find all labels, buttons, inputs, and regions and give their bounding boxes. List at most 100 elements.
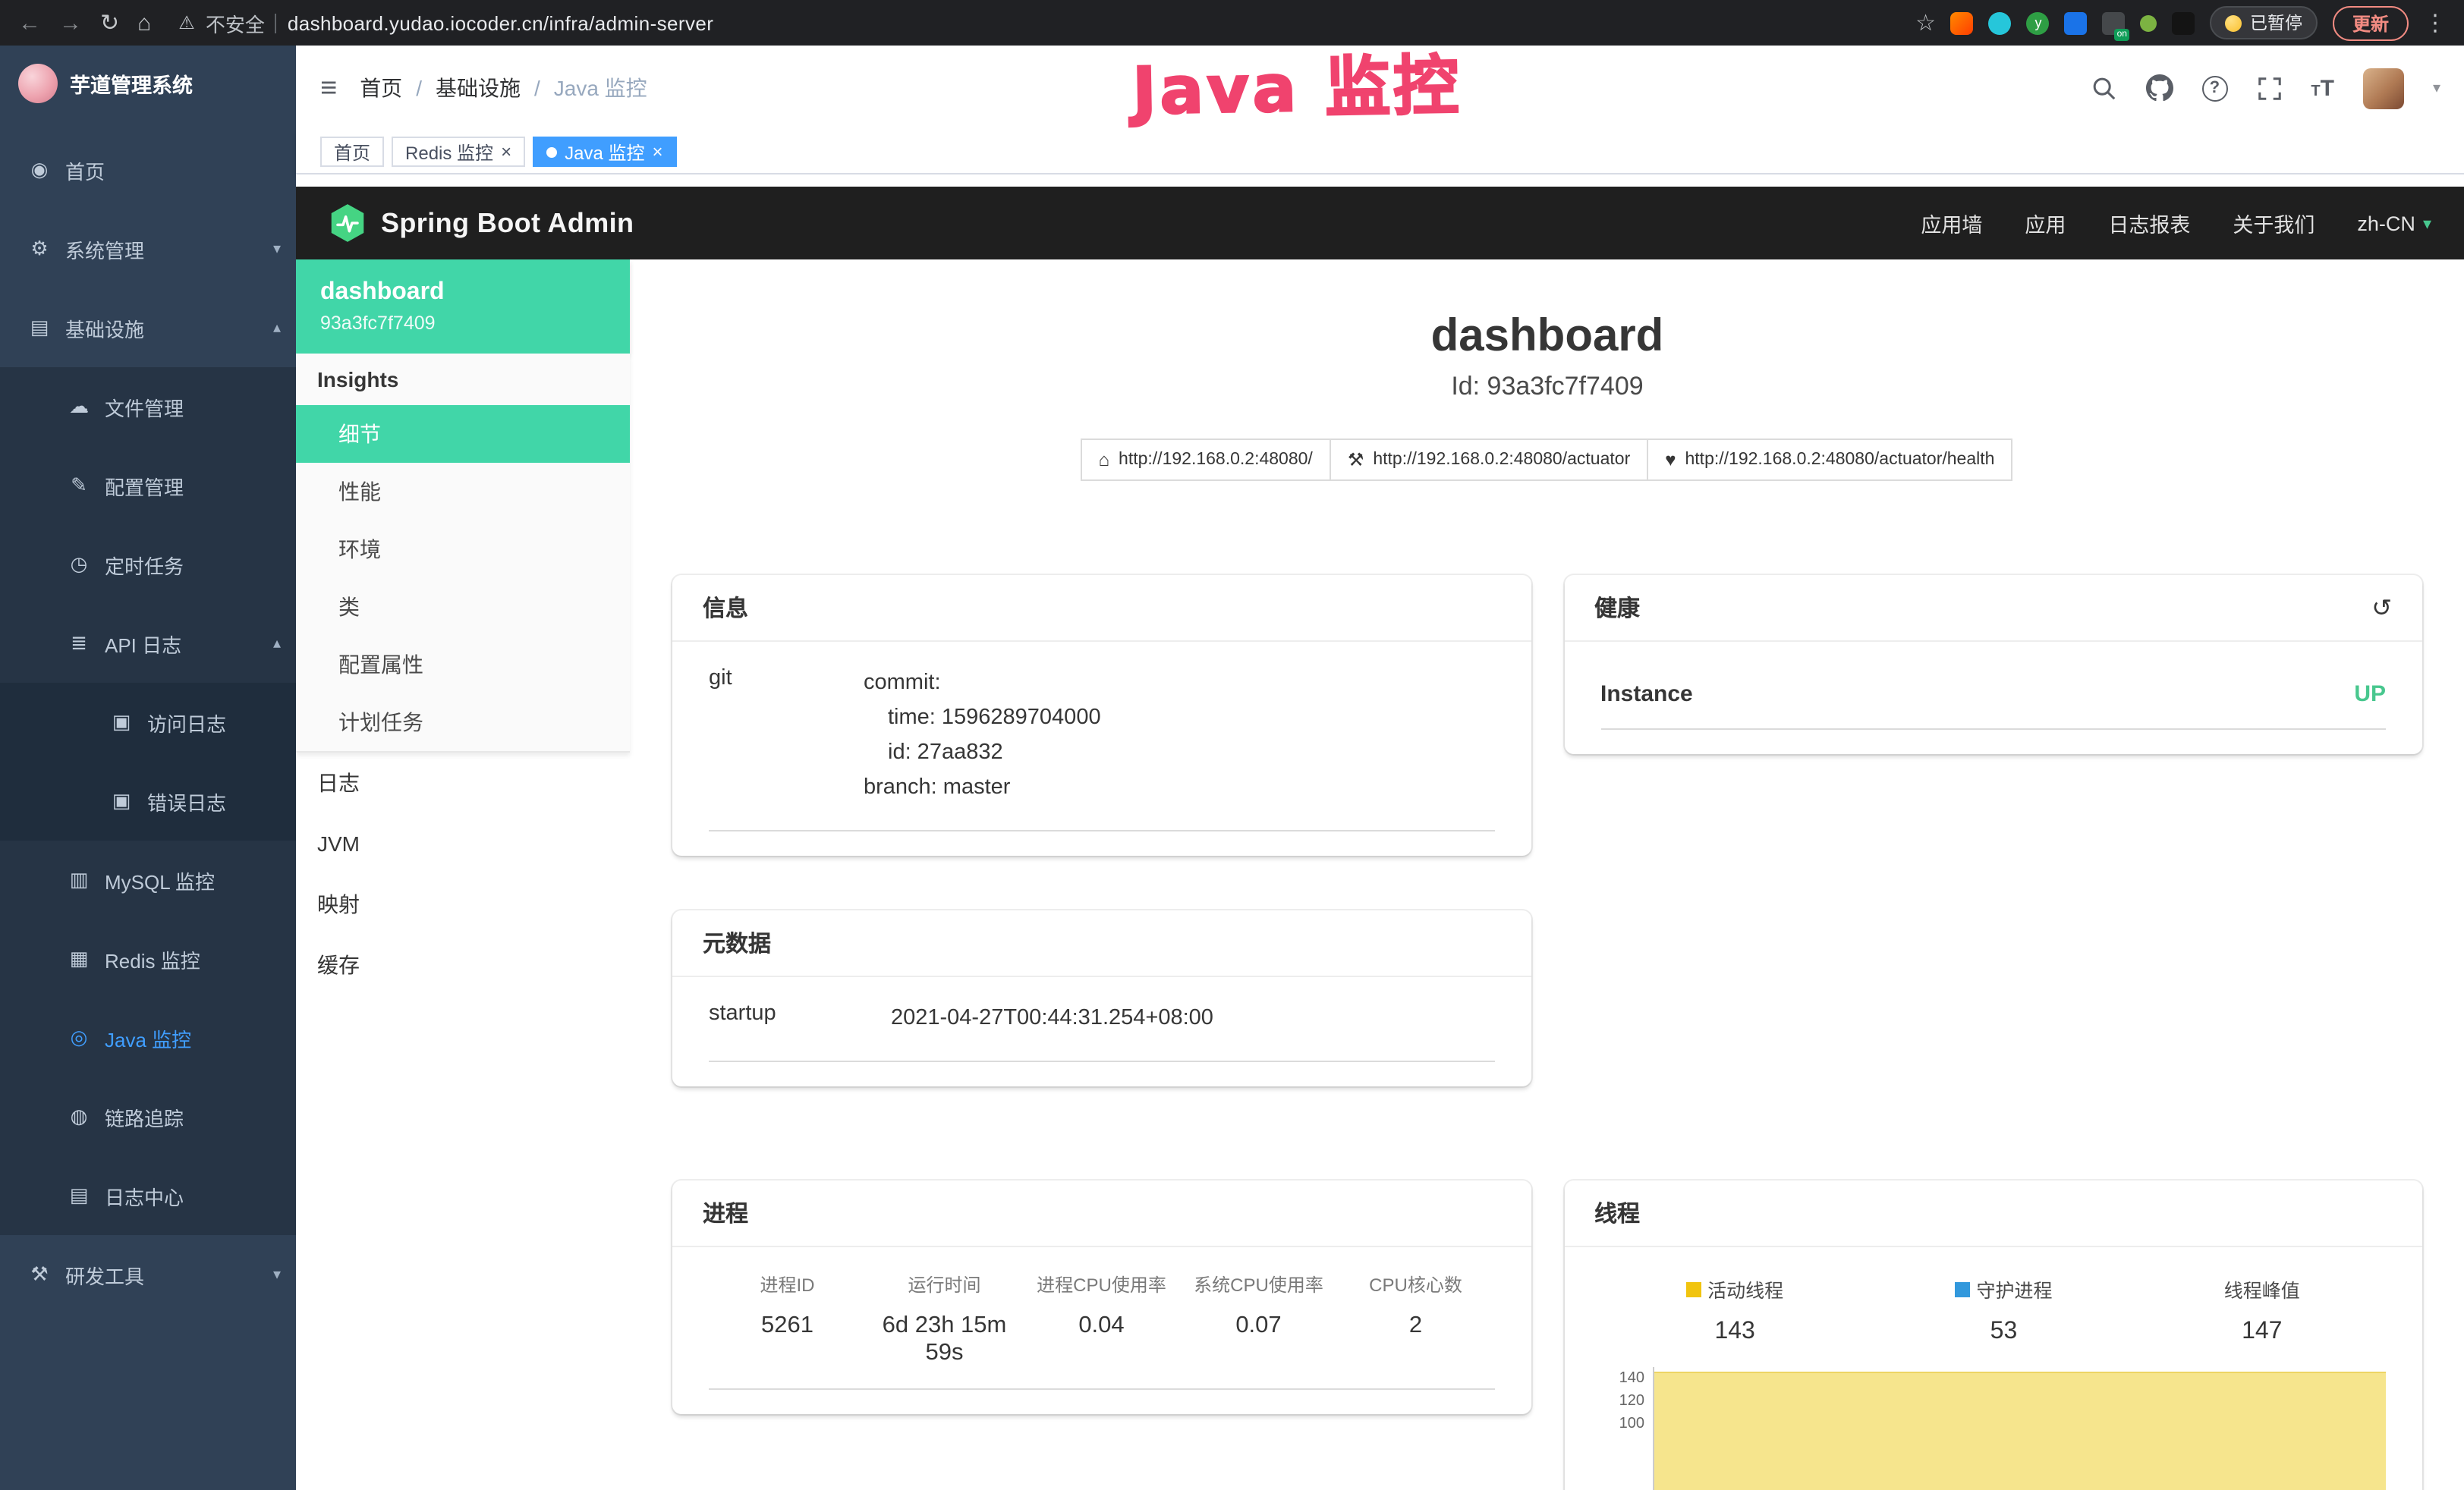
reload-icon[interactable]: ↻ bbox=[100, 11, 119, 34]
info-card-title: 信息 bbox=[703, 592, 748, 624]
page-content: Spring Boot Admin 应用墙 应用 日志报表 关于我们 zh-CN… bbox=[296, 174, 2464, 1490]
sba-nav-wallboard[interactable]: 应用墙 bbox=[1921, 208, 1982, 238]
tab-label: Java 监控 bbox=[565, 139, 644, 165]
dashboard-icon: ◉ bbox=[27, 158, 52, 182]
sidebar-item-label: 文件管理 bbox=[105, 392, 184, 421]
sidebar-item-config-management[interactable]: ✎ 配置管理 bbox=[0, 446, 296, 525]
instance-url-link[interactable]: ⌂ http://192.168.0.2:48080/ bbox=[1081, 439, 1331, 481]
sidebar-item-file-management[interactable]: ☁ 文件管理 bbox=[0, 367, 296, 446]
sidebar-item-redis-monitor[interactable]: ▦ Redis 监控 bbox=[0, 919, 296, 998]
info-card: 信息 git commit: time: 1596289704000 id: 2… bbox=[672, 575, 1531, 856]
menu-item-scheduled-tasks[interactable]: 计划任务 bbox=[296, 693, 630, 751]
hamburger-icon[interactable]: ≡ bbox=[320, 74, 337, 102]
metadata-card: 元数据 startup 2021-04-27T00:44:31.254+08:0… bbox=[672, 910, 1531, 1086]
proxy-extension-icon[interactable]: on bbox=[2103, 11, 2126, 34]
sidebar-menu: ◉ 首页 ⚙ 系统管理 ▾ ▤ 基础设施 ▴ ☁ 文件管理 bbox=[0, 121, 296, 1314]
fullscreen-icon[interactable] bbox=[2256, 75, 2282, 101]
locale-selector[interactable]: zh-CN ▾ bbox=[2357, 212, 2431, 234]
locale-label: zh-CN bbox=[2357, 212, 2415, 234]
sba-nav-about[interactable]: 关于我们 bbox=[2233, 208, 2315, 238]
sidebar-item-infrastructure[interactable]: ▤ 基础设施 ▴ bbox=[0, 288, 296, 367]
flame-extension-icon[interactable] bbox=[1951, 11, 1974, 34]
menu-item-classes[interactable]: 类 bbox=[296, 578, 630, 636]
sidebar-item-api-logs[interactable]: ≣ API 日志 ▴ bbox=[0, 604, 296, 683]
document-icon: ▣ bbox=[109, 710, 134, 734]
threads-card-title: 线程 bbox=[1594, 1197, 1640, 1229]
instance-header[interactable]: dashboard 93a3fc7f7409 bbox=[296, 259, 630, 354]
avatar-caret-icon[interactable]: ▾ bbox=[2433, 80, 2440, 96]
legend-label: 线程峰值 bbox=[2224, 1275, 2300, 1303]
app-header: ≡ 首页 / 基础设施 / Java 监控 ? bbox=[296, 46, 2464, 130]
sidebar-item-error-logs[interactable]: ▣ 错误日志 bbox=[0, 762, 296, 841]
menu-item-caches[interactable]: 缓存 bbox=[296, 935, 630, 995]
leaf-extension-icon[interactable] bbox=[2141, 14, 2157, 31]
tab-redis-monitor[interactable]: Redis 监控 × bbox=[392, 137, 525, 167]
sidebar-item-label: 系统管理 bbox=[65, 234, 144, 263]
home-icon[interactable]: ⌂ bbox=[137, 11, 151, 34]
search-icon[interactable] bbox=[2091, 75, 2116, 101]
close-icon[interactable]: × bbox=[501, 143, 511, 161]
y-extension-icon[interactable]: y bbox=[2027, 11, 2050, 34]
startup-row: startup 2021-04-27T00:44:31.254+08:00 bbox=[709, 1001, 1494, 1062]
sidebar-item-scheduled-tasks[interactable]: ◷ 定时任务 bbox=[0, 525, 296, 604]
menu-item-logs[interactable]: 日志 bbox=[296, 753, 630, 813]
puzzle-extension-icon[interactable] bbox=[2173, 11, 2195, 34]
tab-home[interactable]: 首页 bbox=[320, 137, 384, 167]
forward-icon[interactable]: → bbox=[59, 11, 82, 34]
instance-health-row[interactable]: Instance UP bbox=[1600, 666, 2386, 730]
screen: ← → ↻ ⌂ ⚠ 不安全 dashboard.yudao.iocoder.cn… bbox=[0, 0, 2464, 1490]
security-label[interactable]: 不安全 bbox=[206, 8, 265, 37]
avatar[interactable] bbox=[2363, 68, 2404, 108]
sidebar-item-label: API 日志 bbox=[105, 629, 181, 658]
back-icon[interactable]: ← bbox=[18, 11, 41, 34]
breadcrumb-infrastructure[interactable]: 基础设施 bbox=[436, 73, 521, 103]
font-size-icon[interactable]: TT bbox=[2311, 77, 2334, 99]
legend-daemon-threads: 守护进程 53 bbox=[1955, 1275, 2052, 1346]
sidebar-item-mysql-monitor[interactable]: ▥ MySQL 监控 bbox=[0, 841, 296, 919]
instance-name: dashboard bbox=[320, 279, 606, 306]
address-bar[interactable]: ⚠ 不安全 dashboard.yudao.iocoder.cn/infra/a… bbox=[178, 8, 713, 37]
threads-card: 线程 活动线程 143 守护进程 bbox=[1564, 1180, 2422, 1490]
tags-bar: 首页 Redis 监控 × Java 监控 × bbox=[296, 130, 2464, 174]
sidebar-item-dev-tools[interactable]: ⚒ 研发工具 ▾ bbox=[0, 1235, 296, 1314]
bookmark-star-icon[interactable]: ☆ bbox=[1915, 11, 1936, 34]
paused-label: 已暂停 bbox=[2250, 11, 2302, 35]
menu-item-jvm[interactable]: JVM bbox=[296, 813, 630, 874]
grid-extension-icon[interactable] bbox=[2065, 11, 2088, 34]
breadcrumb-separator: / bbox=[534, 76, 540, 100]
log-center-icon: ▤ bbox=[67, 1184, 91, 1208]
large-t: T bbox=[2321, 77, 2334, 99]
breadcrumb-home[interactable]: 首页 bbox=[360, 73, 402, 103]
tab-java-monitor[interactable]: Java 监控 × bbox=[533, 137, 676, 167]
sidebar-item-access-logs[interactable]: ▣ 访问日志 bbox=[0, 683, 296, 762]
breadcrumb-current: Java 监控 bbox=[554, 73, 647, 103]
sidebar-item-home[interactable]: ◉ 首页 bbox=[0, 130, 296, 209]
sba-body: dashboard 93a3fc7f7409 Insights 细节 性能 环境… bbox=[296, 259, 2464, 1490]
menu-item-performance[interactable]: 性能 bbox=[296, 463, 630, 520]
tab-label: 首页 bbox=[334, 139, 370, 165]
url-text[interactable]: dashboard.yudao.iocoder.cn/infra/admin-s… bbox=[288, 11, 713, 34]
sba-nav-applications[interactable]: 应用 bbox=[2025, 208, 2066, 238]
close-icon[interactable]: × bbox=[652, 143, 662, 161]
sidebar-item-tracing[interactable]: ◍ 链路追踪 bbox=[0, 1077, 296, 1156]
history-icon[interactable]: ↺ bbox=[2371, 593, 2392, 623]
menu-item-config-props[interactable]: 配置属性 bbox=[296, 636, 630, 693]
sba-nav-journal[interactable]: 日志报表 bbox=[2108, 208, 2190, 238]
update-button[interactable]: 更新 bbox=[2333, 5, 2409, 40]
menu-item-details[interactable]: 细节 bbox=[296, 405, 630, 463]
drop-extension-icon[interactable] bbox=[1989, 11, 2012, 34]
ytick: 100 bbox=[1600, 1413, 1644, 1435]
legend-active-threads: 活动线程 143 bbox=[1686, 1275, 1783, 1346]
menu-item-environment[interactable]: 环境 bbox=[296, 520, 630, 578]
github-icon[interactable] bbox=[2145, 74, 2173, 102]
sidebar-item-system-management[interactable]: ⚙ 系统管理 ▾ bbox=[0, 209, 296, 288]
paused-badge[interactable]: 已暂停 bbox=[2211, 6, 2318, 39]
help-icon[interactable]: ? bbox=[2201, 75, 2227, 101]
health-url-link[interactable]: ♥ http://192.168.0.2:48080/actuator/heal… bbox=[1647, 439, 2012, 481]
browser-menu-icon[interactable]: ⋮ bbox=[2424, 11, 2447, 34]
tab-label: Redis 监控 bbox=[405, 139, 493, 165]
sidebar-item-log-center[interactable]: ▤ 日志中心 bbox=[0, 1156, 296, 1235]
sidebar-item-java-monitor[interactable]: ◎ Java 监控 bbox=[0, 998, 296, 1077]
actuator-url-link[interactable]: ⚒ http://192.168.0.2:48080/actuator bbox=[1330, 439, 1648, 481]
menu-item-mappings[interactable]: 映射 bbox=[296, 874, 630, 935]
